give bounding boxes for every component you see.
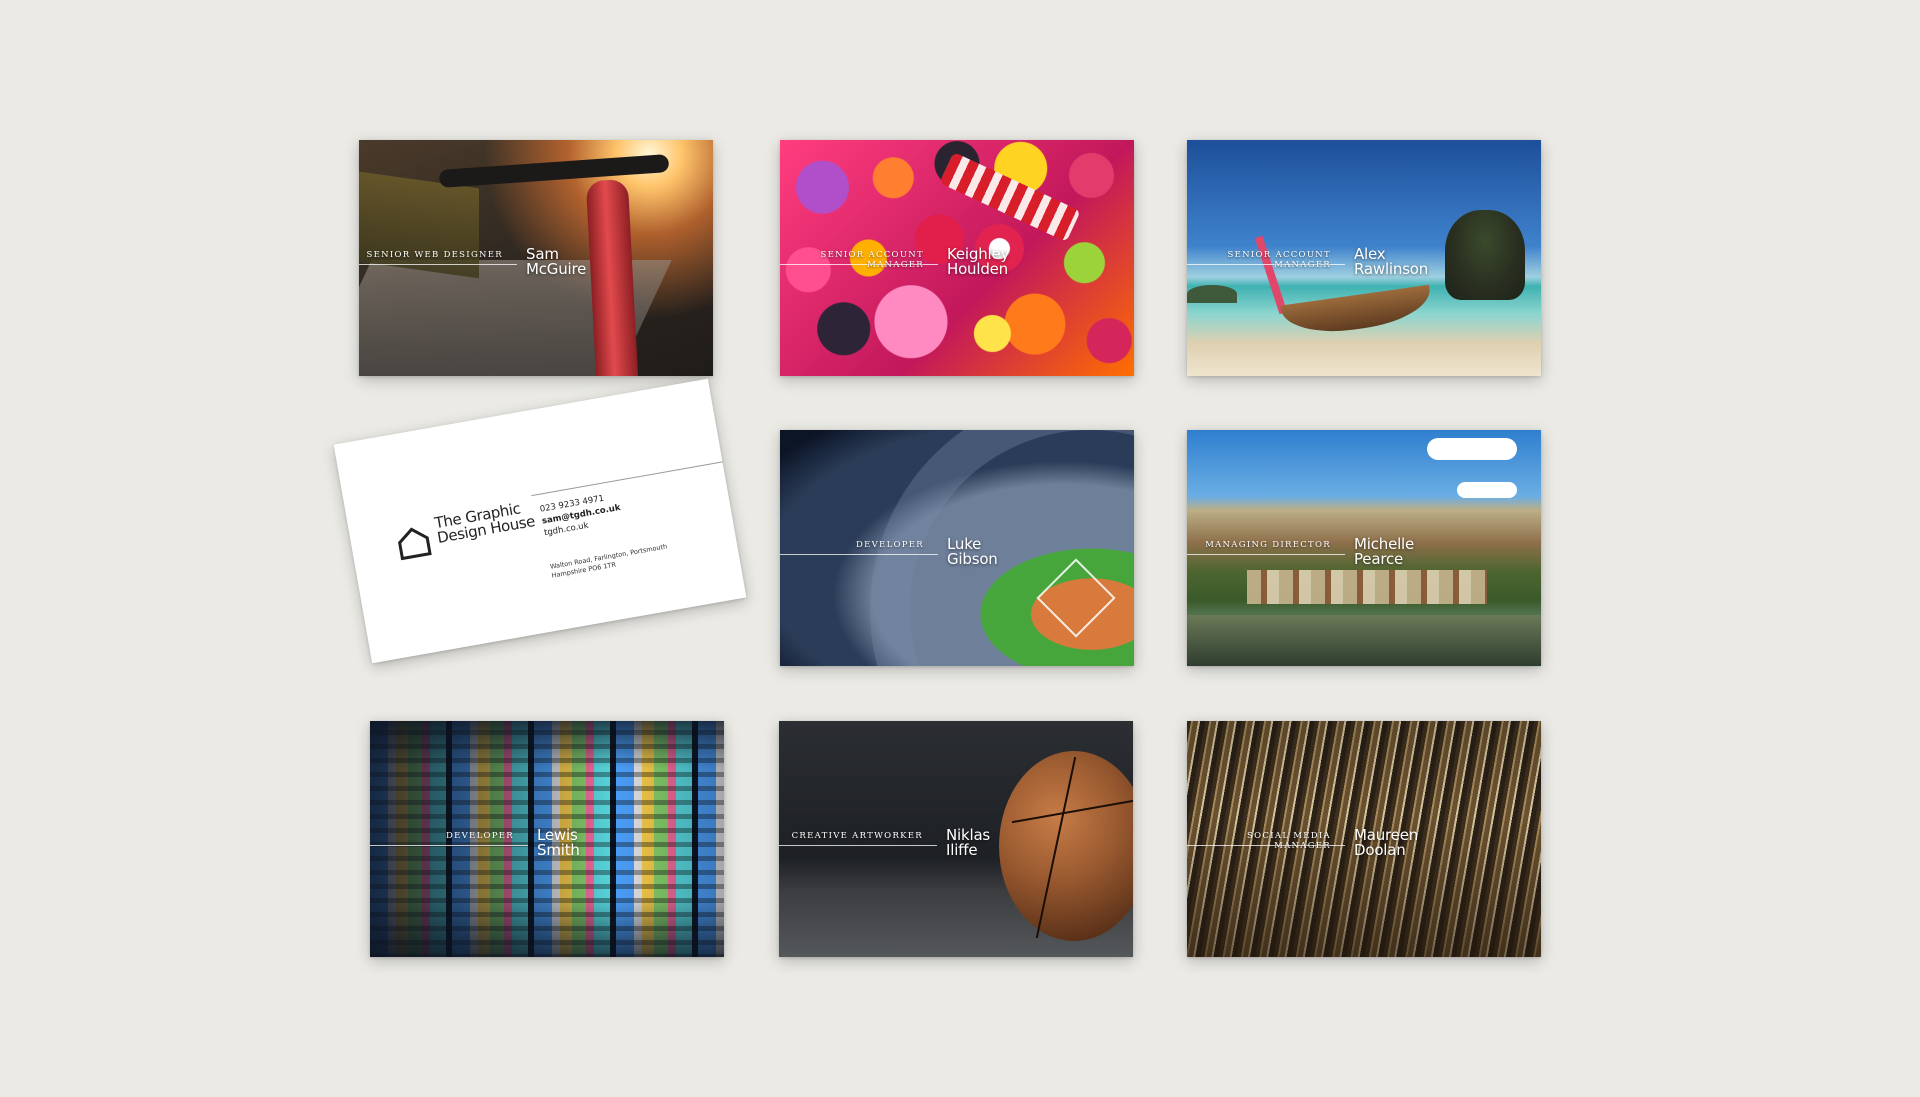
business-card-niklas-iliffe: Creative Artworker Niklas Iliffe: [779, 721, 1133, 957]
card-last-name: Iliffe: [946, 841, 978, 859]
card-name: Maureen Doolan: [1354, 828, 1418, 858]
business-card-back: The Graphic Design House 023 9233 4971 s…: [333, 378, 747, 664]
company-name: The Graphic Design House: [433, 499, 536, 547]
card-last-name: Doolan: [1354, 841, 1406, 859]
business-card-luke-gibson: Developer Luke Gibson: [780, 430, 1134, 666]
business-card-alex-rawlinson: Senior Account Manager Alex Rawlinson: [1187, 140, 1541, 376]
card-role: Managing Director: [1205, 540, 1331, 550]
card-role: Developer: [446, 831, 514, 841]
card-role: Senior Account Manager: [820, 250, 924, 270]
business-card-lewis-smith: Developer Lewis Smith: [370, 721, 724, 957]
card-last-name: McGuire: [526, 260, 587, 278]
house-outline-icon: [398, 527, 432, 561]
card-divider: [370, 845, 528, 846]
business-card-sam-mcguire: Senior Web Designer Sam McGuire: [359, 140, 713, 376]
card-divider: [779, 845, 937, 846]
card-last-name: Pearce: [1354, 550, 1404, 568]
card-name: Alex Rawlinson: [1354, 247, 1428, 277]
card-last-name: Rawlinson: [1354, 260, 1429, 278]
card-last-name: Smith: [537, 841, 580, 859]
card-divider: [359, 264, 517, 265]
business-card-michelle-pearce: Managing Director Michelle Pearce: [1187, 430, 1541, 666]
business-card-keighley-houlden: Senior Account Manager Keighley Houlden: [780, 140, 1134, 376]
card-role: Social Media Manager: [1247, 831, 1331, 851]
card-name: Lewis Smith: [537, 828, 580, 858]
card-name: Sam McGuire: [526, 247, 586, 277]
card-role: Developer: [856, 540, 924, 550]
card-role: Creative Artworker: [791, 831, 923, 841]
contact-details: 023 9233 4971 sam@tgdh.co.uk tgdh.co.uk: [539, 490, 624, 539]
business-card-maureen-doolan: Social Media Manager Maureen Doolan: [1187, 721, 1541, 957]
card-divider: [1187, 554, 1345, 555]
card-role: Senior Web Designer: [366, 250, 503, 260]
card-name: Niklas Iliffe: [946, 828, 990, 858]
card-divider: [531, 461, 723, 497]
card-name: Keighley Houlden: [947, 247, 1009, 277]
card-name: Michelle Pearce: [1354, 537, 1414, 567]
postal-address: Walton Road, Farlington, Portsmouth Hamp…: [549, 542, 669, 580]
card-last-name: Gibson: [947, 550, 998, 568]
card-last-name: Houlden: [947, 260, 1008, 278]
card-name: Luke Gibson: [947, 537, 998, 567]
card-divider: [780, 554, 938, 555]
card-role: Senior Account Manager: [1227, 250, 1331, 270]
